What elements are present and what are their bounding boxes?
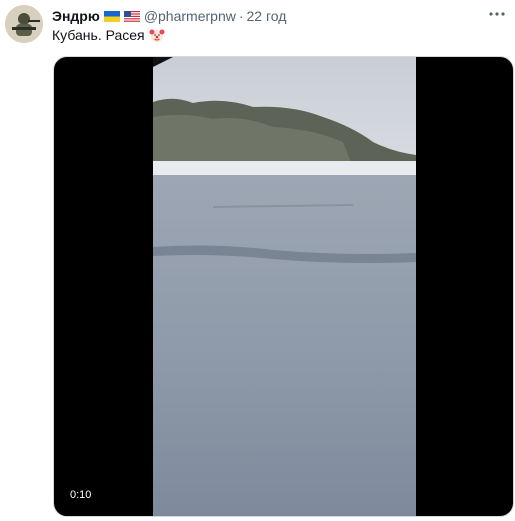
video-thumbnail xyxy=(153,57,416,516)
tweet-text: Кубань. Расея xyxy=(52,27,165,43)
more-options-icon[interactable] xyxy=(487,4,507,24)
tweet-header: Эндрю @pharmerpnw · 22 год xyxy=(52,7,286,25)
us-flag-icon xyxy=(123,10,140,22)
timestamp[interactable]: 22 год xyxy=(247,8,287,24)
video-player[interactable]: 0:10 xyxy=(53,56,514,517)
video-duration: 0:10 xyxy=(66,488,96,502)
author-handle[interactable]: @pharmerpnw xyxy=(144,8,236,24)
avatar-image xyxy=(5,5,43,43)
tweet[interactable]: Эндрю @pharmerpnw · 22 год Кубань. Расея xyxy=(0,0,515,521)
author-name[interactable]: Эндрю xyxy=(52,8,100,24)
ukraine-flag-icon xyxy=(103,10,120,22)
avatar[interactable] xyxy=(5,5,43,43)
separator: · xyxy=(238,8,244,24)
tweet-text-content: Кубань. Расея xyxy=(52,27,145,43)
clown-face-icon xyxy=(149,29,165,42)
video-frame[interactable] xyxy=(153,57,416,516)
